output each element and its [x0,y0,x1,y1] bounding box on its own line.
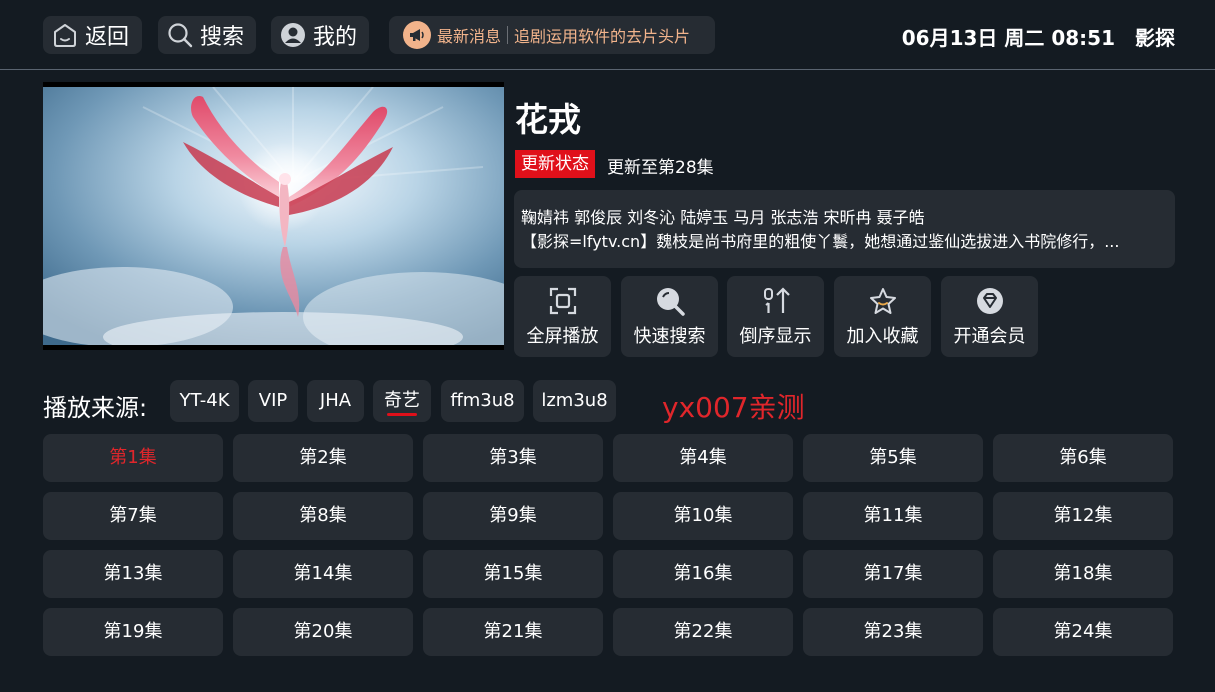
datetime: 06月13日 周二 08:51 [901,26,1115,50]
episode-button[interactable]: 第2集 [233,434,413,482]
add-favorite-button[interactable]: 加入收藏 [834,276,931,357]
episode-button[interactable]: 第22集 [613,608,793,656]
episode-button[interactable]: 第23集 [803,608,983,656]
status-badge: 更新状态 [515,150,595,178]
news-divider [507,26,509,44]
sort-icon [763,287,790,313]
episode-button[interactable]: 第4集 [613,434,793,482]
episode-button[interactable]: 第15集 [423,550,603,598]
source-tab-ffm3u8[interactable]: ffm3u8 [441,380,524,422]
phoenix-artwork [43,87,504,345]
source-tab-label: ffm3u8 [450,390,515,411]
back-button[interactable]: 返回 [43,16,142,54]
profile-label: 我的 [313,25,358,50]
profile-button[interactable]: 我的 [271,16,369,54]
search-icon [168,23,193,48]
search-icon [656,288,685,316]
search-button[interactable]: 搜索 [158,16,256,54]
brand-name: 影探 [1135,26,1175,50]
fullscreen-play-button[interactable]: 全屏播放 [514,276,611,357]
home-icon [54,24,76,47]
episode-button[interactable]: 第13集 [43,550,223,598]
watermark-text: yx007亲测 [662,391,805,424]
episode-button[interactable]: 第21集 [423,608,603,656]
episode-button[interactable]: 第9集 [423,492,603,540]
back-label: 返回 [85,25,130,50]
episode-button[interactable]: 第20集 [233,608,413,656]
episode-button[interactable]: 第17集 [803,550,983,598]
episode-button[interactable]: 第11集 [803,492,983,540]
source-tab-vip[interactable]: VIP [248,380,298,422]
vip-membership-button[interactable]: 开通会员 [941,276,1038,357]
source-tab-label: 奇艺 [384,390,420,411]
episode-button[interactable]: 第8集 [233,492,413,540]
source-tab-jha[interactable]: JHA [307,380,364,422]
diamond-icon [976,288,1003,314]
episode-button[interactable]: 第1集 [43,434,223,482]
source-tab-label: JHA [319,390,352,411]
user-icon [281,23,305,47]
source-tab-label: VIP [258,390,288,411]
action-label: 快速搜索 [633,326,706,347]
episode-button[interactable]: 第14集 [233,550,413,598]
action-label: 倒序显示 [739,326,812,347]
episode-button[interactable]: 第10集 [613,492,793,540]
episode-button[interactable]: 第12集 [993,492,1173,540]
episode-button[interactable]: 第3集 [423,434,603,482]
description-box[interactable]: 鞠婧祎 郭俊辰 刘冬沁 陆婷玉 马月 张志浩 宋昕冉 聂子皓 【影探=lfytv… [514,190,1175,268]
episode-grid: 第1集 第2集 第3集 第4集 第5集 第6集 第7集 第8集 第9集 第10集 第11集 第12集第… [43,434,1175,656]
active-indicator [387,413,417,416]
source-tab-lzm3u8[interactable]: lzm3u8 [533,380,616,422]
top-bar: 返回 搜索 我的 最新消息 追剧运用软件的去片头片 06月13日 周二 08:5… [0,0,1215,70]
search-label: 搜索 [200,25,245,50]
star-icon [869,288,896,314]
episode-button[interactable]: 第24集 [993,608,1173,656]
source-tab-label: YT-4K [179,390,230,411]
source-tab-label: lzm3u8 [541,390,608,411]
news-text: 追剧运用软件的去片头片 [514,27,691,46]
action-label: 加入收藏 [846,326,919,347]
cast-list: 鞠婧祎 郭俊辰 刘冬沁 陆婷玉 马月 张志浩 宋昕冉 聂子皓 [521,208,925,227]
episode-button[interactable]: 第5集 [803,434,983,482]
video-poster[interactable] [43,82,504,350]
show-title: 花戎 [515,100,581,139]
source-tab-qiyi[interactable]: 奇艺 [373,380,431,422]
episode-button[interactable]: 第19集 [43,608,223,656]
news-title: 最新消息 [437,27,502,46]
episode-button[interactable]: 第18集 [993,550,1173,598]
synopsis: 【影探=lfytv.cn】魏枝是尚书府里的粗使丫鬟，她想通过鉴仙选拔进入书院修行… [521,232,1120,251]
quick-search-button[interactable]: 快速搜索 [621,276,718,357]
episode-button[interactable]: 第16集 [613,550,793,598]
action-label: 开通会员 [953,326,1026,347]
episode-button[interactable]: 第6集 [993,434,1173,482]
episode-button[interactable]: 第7集 [43,492,223,540]
source-label: 播放来源: [43,394,148,422]
update-status-text: 更新至第28集 [607,158,714,178]
megaphone-icon [403,21,431,49]
news-ticker[interactable]: 最新消息 追剧运用软件的去片头片 [389,16,715,54]
fullscreen-icon [549,287,576,315]
source-tab-yt4k[interactable]: YT-4K [170,380,239,422]
action-label: 全屏播放 [526,326,599,347]
reverse-order-button[interactable]: 倒序显示 [727,276,824,357]
